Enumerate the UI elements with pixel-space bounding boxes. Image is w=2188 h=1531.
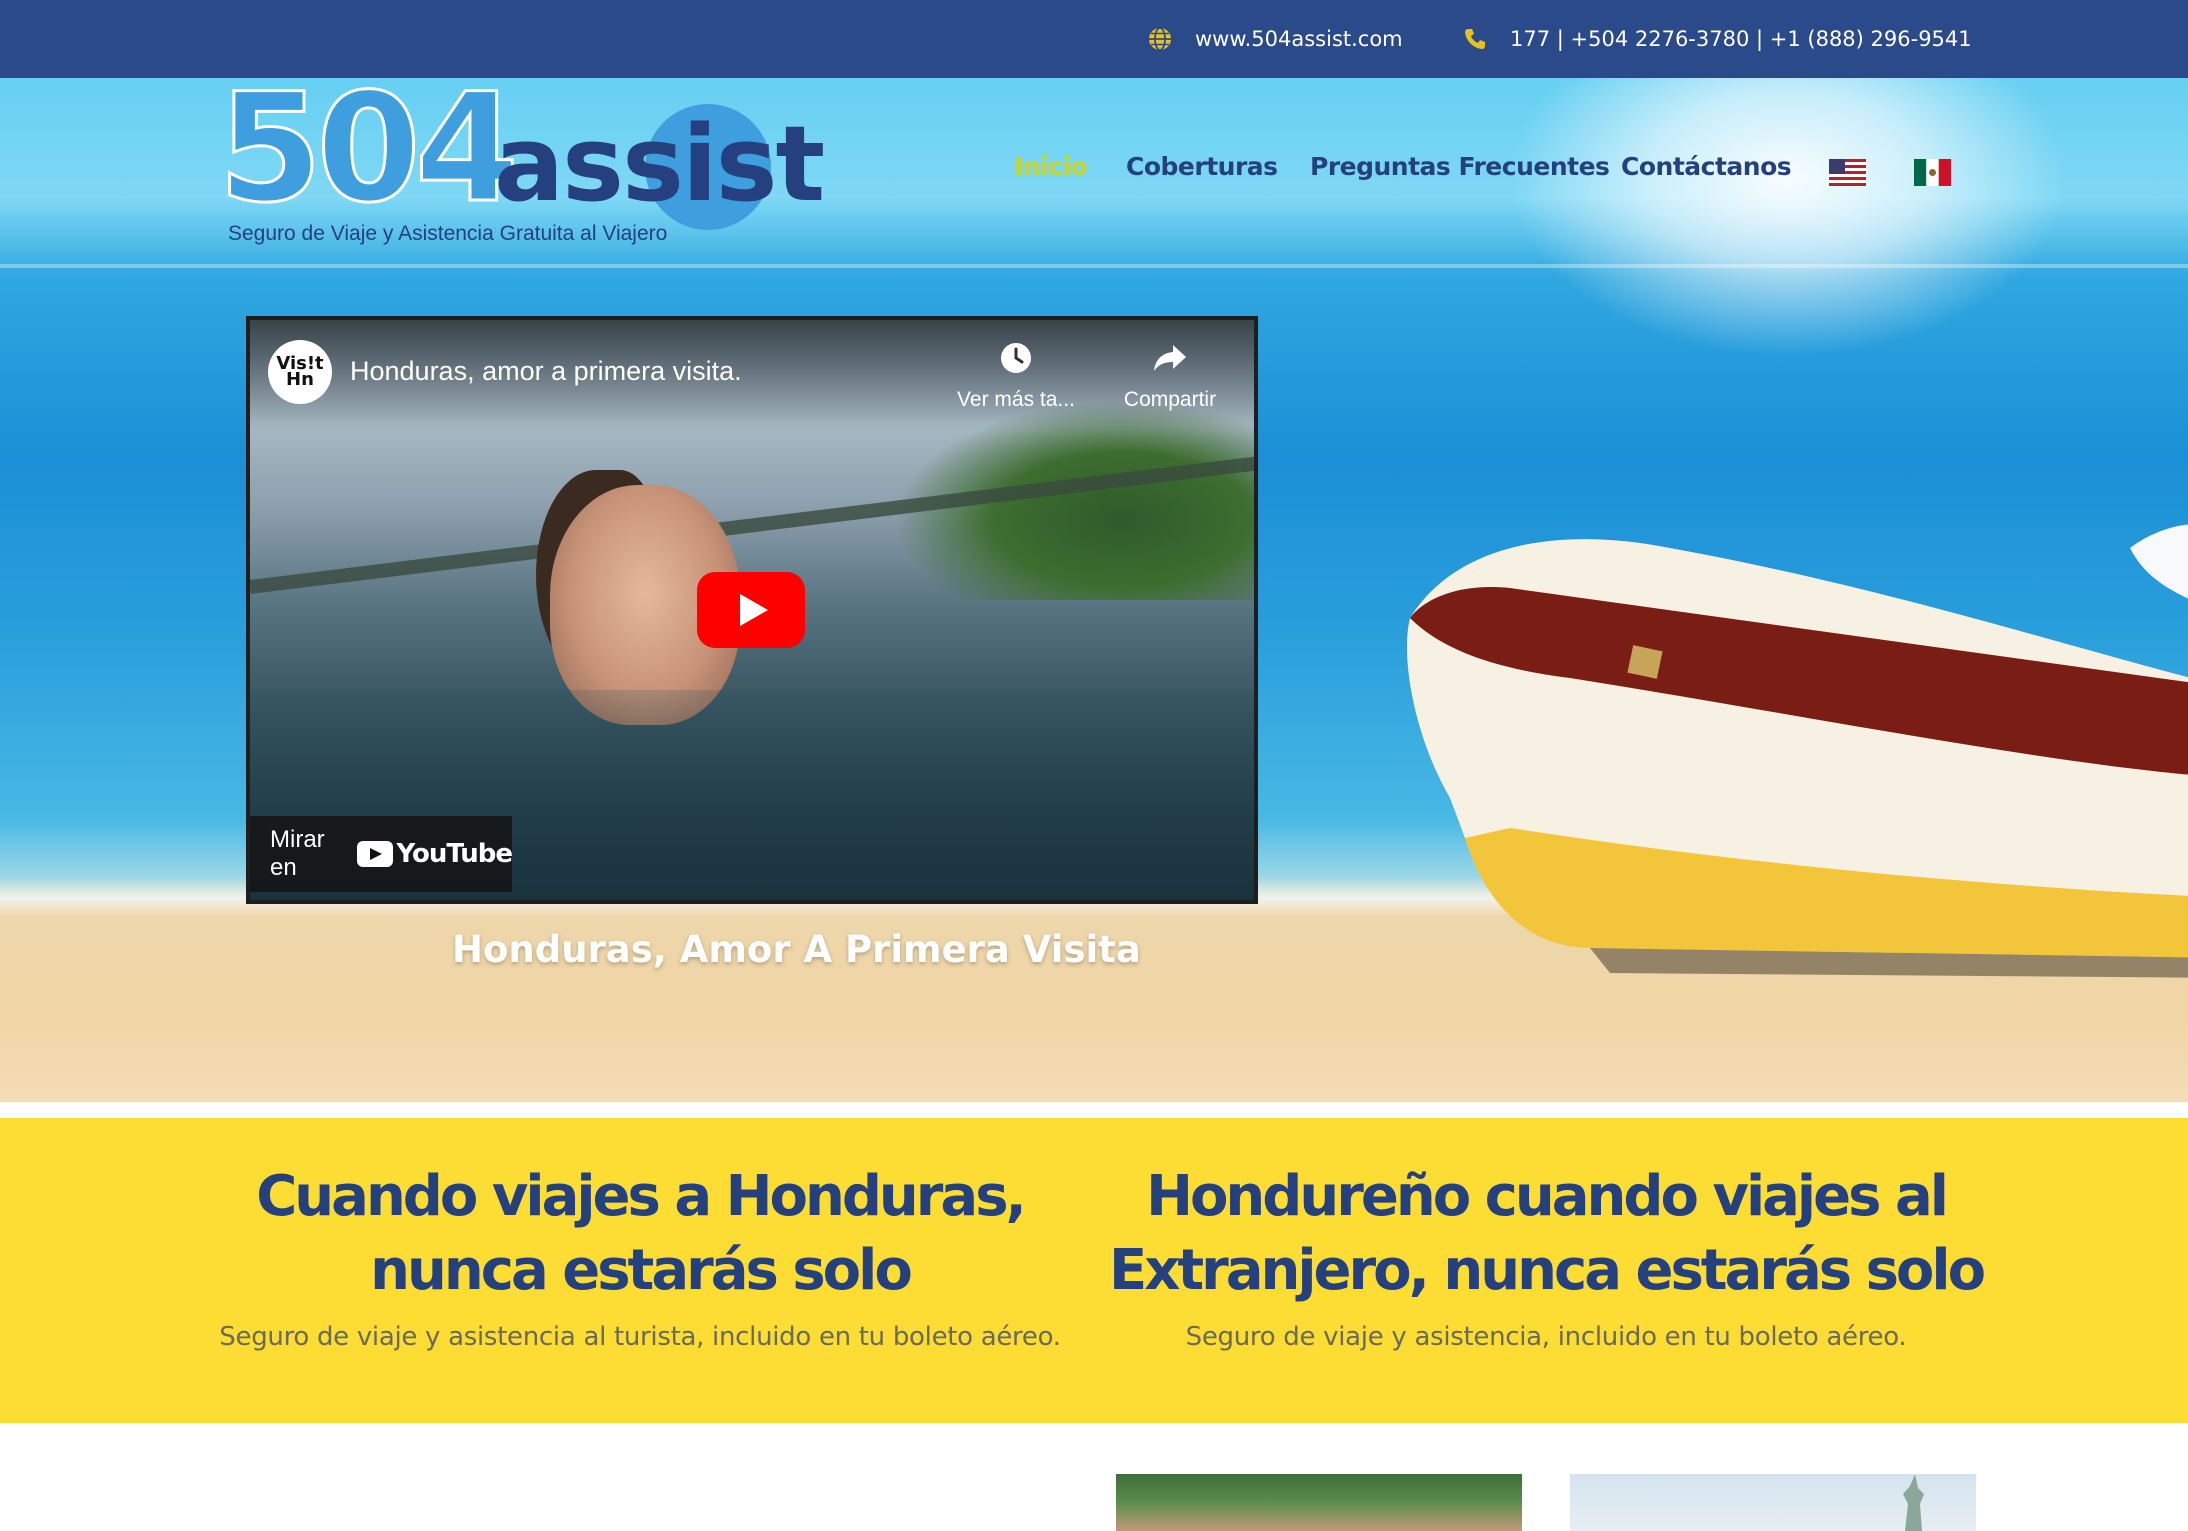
logo-word: assist — [494, 103, 825, 225]
us-flag-icon[interactable] — [1829, 159, 1866, 186]
website-link[interactable]: www.504assist.com — [1145, 0, 1403, 78]
travel-abroad-subtitle: Seguro de viaje y asistencia, incluido e… — [1185, 1322, 1907, 1352]
share-button[interactable]: Compartir — [1110, 338, 1230, 412]
heading-line-2: Extranjero, nunca estarás solo — [1108, 1238, 1986, 1303]
watch-later-button[interactable]: Ver más ta... — [956, 338, 1076, 412]
nav-item-inicio[interactable]: Inicio — [1014, 145, 1088, 187]
logo-number: 504 — [216, 62, 520, 236]
travel-to-honduras-subtitle: Seguro de viaje y asistencia al turista,… — [219, 1322, 1061, 1352]
image-thumbnail — [1570, 1474, 1976, 1531]
site-logo[interactable]: 504 assist Seguro de Viaje y Asistencia … — [216, 73, 825, 252]
image-thumbnail — [1116, 1474, 1522, 1531]
heading-line-2: nunca estarás solo — [370, 1238, 913, 1303]
watch-later-label: Ver más ta... — [957, 388, 1075, 411]
heading-line-1: Hondureño cuando viajes al — [1146, 1164, 1949, 1229]
travel-abroad-heading: Hondureño cuando viajes al Extranjero, n… — [1106, 1160, 1986, 1308]
play-button-icon[interactable] — [697, 572, 805, 648]
travel-abroad-block: Hondureño cuando viajes al Extranjero, n… — [1106, 1160, 1986, 1352]
travel-to-honduras-block: Cuando viajes a Honduras, nunca estarás … — [160, 1160, 1120, 1352]
phone-icon — [1460, 24, 1490, 54]
nav-item-preguntas-frecuentes[interactable]: Preguntas Frecuentes — [1310, 145, 1610, 187]
travel-to-honduras-heading: Cuando viajes a Honduras, nunca estarás … — [160, 1160, 1120, 1308]
boat-image — [1406, 524, 2188, 978]
channel-avatar[interactable]: Vis!t Hn — [268, 340, 332, 404]
heading-line-1: Cuando viajes a Honduras, — [256, 1164, 1027, 1229]
mexico-flag-icon[interactable] — [1914, 159, 1951, 186]
website-text[interactable]: www.504assist.com — [1195, 27, 1403, 51]
phone-text[interactable]: 177 | +504 2276-3780 | +1 (888) 296-9541 — [1510, 27, 1972, 51]
youtube-logo-icon: YouTube — [356, 839, 513, 869]
hero-caption: Honduras, Amor A Primera Visita — [452, 928, 1141, 971]
youtube-wordmark: YouTube — [396, 839, 513, 869]
video-title[interactable]: Honduras, amor a primera visita. — [350, 356, 742, 387]
nav-item-contactanos[interactable]: Contáctanos — [1621, 145, 1792, 187]
share-icon — [1110, 338, 1230, 378]
clock-icon — [956, 338, 1076, 378]
share-label: Compartir — [1123, 388, 1217, 411]
youtube-play-icon — [356, 841, 393, 867]
youtube-video-embed[interactable]: Vis!t Hn Honduras, amor a primera visita… — [246, 316, 1258, 904]
watch-on-label: Mirar en — [270, 826, 325, 881]
page: www.504assist.com 177 | +504 2276-3780 |… — [0, 0, 2188, 1531]
watch-on-youtube-button[interactable]: Mirar en YouTube — [250, 816, 513, 892]
nav-item-coberturas[interactable]: Coberturas — [1126, 145, 1278, 187]
statue-of-liberty-image — [1903, 1474, 1924, 1531]
globe-icon — [1145, 24, 1175, 54]
phone-numbers[interactable]: 177 | +504 2276-3780 | +1 (888) 296-9541 — [1460, 0, 1972, 78]
sun-glare — [1508, 78, 2068, 358]
logo-tagline: Seguro de Viaje y Asistencia Gratuita al… — [228, 222, 668, 245]
horizon-line — [0, 264, 2188, 268]
